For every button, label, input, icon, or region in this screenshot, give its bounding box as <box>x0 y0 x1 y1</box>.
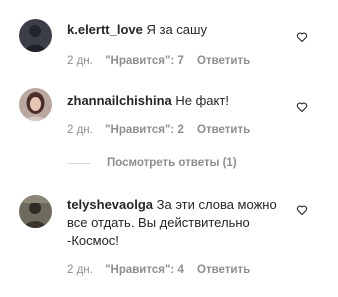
comment-text-block: k.elertt_love Я за сашу <box>67 21 292 39</box>
view-replies-button[interactable]: Посмотреть ответы (1) <box>67 157 237 169</box>
reply-button[interactable]: Ответить <box>197 264 250 276</box>
comment-text-block: telyshevaolga За эти слова можно все отд… <box>67 196 292 250</box>
comment-meta: 2 дн. "Нравится": 2 Ответить <box>67 124 260 136</box>
comment-time: 2 дн. <box>67 264 93 276</box>
comment-username[interactable]: telyshevaolga <box>67 197 153 212</box>
comment-time: 2 дн. <box>67 55 93 67</box>
comment-text-block: zhannailchishina Не факт! <box>67 92 292 110</box>
comment-username[interactable]: zhannailchishina <box>67 93 172 108</box>
comment-text: Я за сашу <box>146 22 207 37</box>
avatar[interactable] <box>19 195 52 228</box>
comment-likes-count[interactable]: "Нравится": 7 <box>105 55 184 67</box>
replies-divider <box>67 162 91 164</box>
heart-icon[interactable] <box>296 31 308 43</box>
comment-likes-count[interactable]: "Нравится": 2 <box>105 124 184 136</box>
heart-icon[interactable] <box>296 101 308 113</box>
heart-icon[interactable] <box>296 204 308 216</box>
comment-time: 2 дн. <box>67 124 93 136</box>
comment-username[interactable]: k.elertt_love <box>67 22 143 37</box>
view-replies-label[interactable]: Посмотреть ответы (1) <box>107 157 237 169</box>
comment-text: Не факт! <box>175 93 229 108</box>
comment-likes-count[interactable]: "Нравится": 4 <box>105 264 184 276</box>
avatar[interactable] <box>19 19 52 52</box>
reply-button[interactable]: Ответить <box>197 55 250 67</box>
comment-meta: 2 дн. "Нравится": 4 Ответить <box>67 264 260 276</box>
comment-meta: 2 дн. "Нравится": 7 Ответить <box>67 55 260 67</box>
avatar[interactable] <box>19 88 52 121</box>
reply-button[interactable]: Ответить <box>197 124 250 136</box>
